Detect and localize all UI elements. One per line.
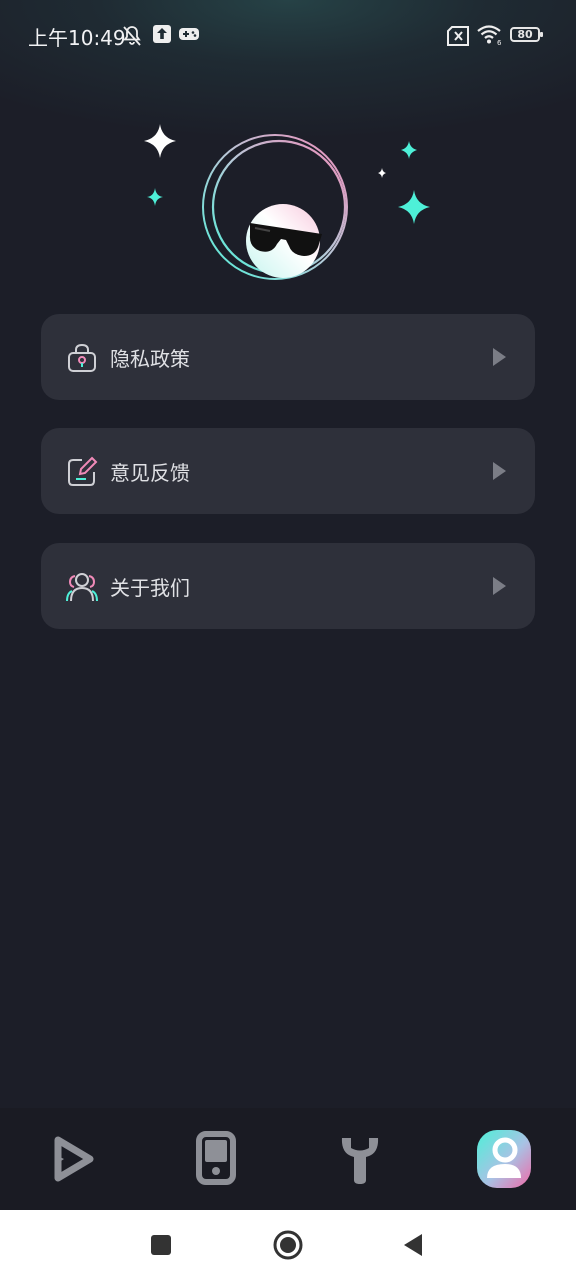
chevron-right-icon bbox=[493, 577, 506, 595]
menu-item-feedback[interactable]: 意见反馈 bbox=[41, 428, 535, 514]
menu-item-label: 隐私政策 bbox=[110, 347, 190, 371]
tab-play[interactable] bbox=[40, 1126, 106, 1192]
wifi-icon: 6 bbox=[477, 25, 502, 46]
status-time: 上午10:49 bbox=[28, 26, 126, 50]
sunglasses-face-icon bbox=[246, 204, 322, 278]
sparkle-icon bbox=[398, 190, 430, 224]
sparkle-icon bbox=[147, 188, 163, 206]
back-button[interactable] bbox=[400, 1232, 426, 1258]
status-bar: 上午10:49 6 80 bbox=[0, 0, 576, 72]
chevron-right-icon bbox=[493, 348, 506, 366]
mute-bell-icon bbox=[123, 26, 141, 46]
battery-level: 80 bbox=[517, 28, 533, 41]
menu-item-label: 关于我们 bbox=[110, 576, 190, 600]
profile-icon bbox=[477, 1130, 531, 1188]
play-icon bbox=[54, 1136, 94, 1182]
menu-item-label: 意见反馈 bbox=[110, 461, 190, 485]
no-sim-icon bbox=[447, 26, 469, 46]
wrench-icon bbox=[341, 1138, 379, 1184]
sparkle-icon bbox=[378, 168, 386, 178]
upload-icon bbox=[153, 25, 171, 43]
system-nav-bar bbox=[0, 1210, 576, 1280]
svg-text:6: 6 bbox=[497, 39, 502, 46]
sparkle-icon bbox=[144, 124, 176, 158]
recent-apps-button[interactable] bbox=[149, 1233, 173, 1257]
bottom-tab-bar bbox=[0, 1108, 576, 1210]
phone-icon bbox=[196, 1131, 236, 1185]
avatar-area bbox=[144, 124, 430, 280]
chevron-right-icon bbox=[493, 462, 506, 480]
battery-icon: 80 bbox=[510, 27, 543, 42]
menu-item-privacy-policy[interactable]: 隐私政策 bbox=[41, 314, 535, 400]
gamepad-icon bbox=[179, 28, 199, 40]
tab-tools[interactable] bbox=[327, 1126, 393, 1192]
feedback-edit-icon bbox=[68, 456, 98, 486]
privacy-lock-icon bbox=[68, 343, 96, 372]
tab-profile[interactable] bbox=[471, 1126, 537, 1192]
about-users-icon bbox=[66, 573, 98, 602]
app-screen: 上午10:49 6 80 隐私政策 意见反馈 关于我们 bbox=[0, 0, 576, 1210]
tab-device[interactable] bbox=[183, 1126, 249, 1192]
menu-item-about-us[interactable]: 关于我们 bbox=[41, 543, 535, 629]
home-button[interactable] bbox=[272, 1229, 304, 1261]
sparkle-icon bbox=[401, 141, 417, 159]
